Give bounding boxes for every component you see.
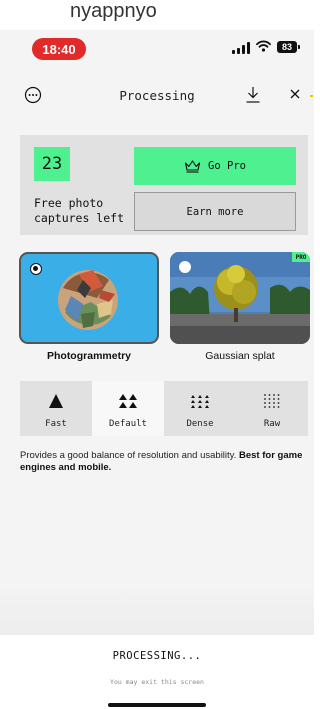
density-label: Dense [186,419,214,429]
go-pro-label: Go Pro [208,160,246,172]
download-icon[interactable] [245,86,261,104]
description-text: Provides a good balance of resolution an… [20,450,237,461]
density-description: Provides a good balance of resolution an… [20,450,305,474]
processing-status: PROCESSING... [112,650,202,662]
gaussian-splat-radio[interactable] [179,261,191,273]
captures-label: Free photo captures left [34,196,125,225]
close-icon[interactable] [288,87,302,101]
captures-count: 23 [34,147,70,181]
triangles-grid-icon [119,394,137,408]
dense-dots-icon [191,395,209,408]
exit-note: You may exit this screen [110,678,204,686]
density-label: Raw [263,419,281,429]
free-captures-panel: 23 Free photo captures left Go Pro Earn … [20,135,308,235]
photogrammetry-radio[interactable] [30,263,42,275]
density-selector: Fast Default Dense Raw [20,381,308,436]
pro-badge: PRO [292,252,310,262]
header-bar: Processing [0,72,314,120]
density-option-default[interactable]: Default [92,381,164,436]
processing-footer: PROCESSING... You may exit this screen [0,635,314,709]
density-label: Fast [45,419,67,429]
density-label: Default [109,419,147,429]
gaussian-splat-label: Gaussian splat [205,350,275,362]
background-app-text: nyappnyo [0,0,314,30]
crown-icon [184,160,201,173]
go-pro-button[interactable]: Go Pro [134,147,296,185]
battery-icon: 83 [277,41,300,53]
content-fade [0,585,314,635]
gaussian-splat-card[interactable]: PRO [170,252,310,344]
cellular-signal-icon [232,42,250,54]
edge-marker [310,95,313,97]
density-option-fast[interactable]: Fast [20,381,92,436]
raw-dots-icon [264,394,280,408]
status-bar: 18:40 83 [0,30,314,72]
density-option-raw[interactable]: Raw [236,381,308,436]
wifi-icon [256,40,271,52]
page-title: Processing [119,88,195,103]
density-option-dense[interactable]: Dense [164,381,236,436]
earn-more-button[interactable]: Earn more [134,192,296,231]
home-indicator[interactable] [108,703,206,707]
photogrammetry-card[interactable] [19,252,159,344]
gaussian-splat-preview [170,252,310,344]
photogrammetry-label: Photogrammetry [46,350,131,362]
status-time: 18:40 [32,38,86,60]
triangle-icon [49,394,63,408]
